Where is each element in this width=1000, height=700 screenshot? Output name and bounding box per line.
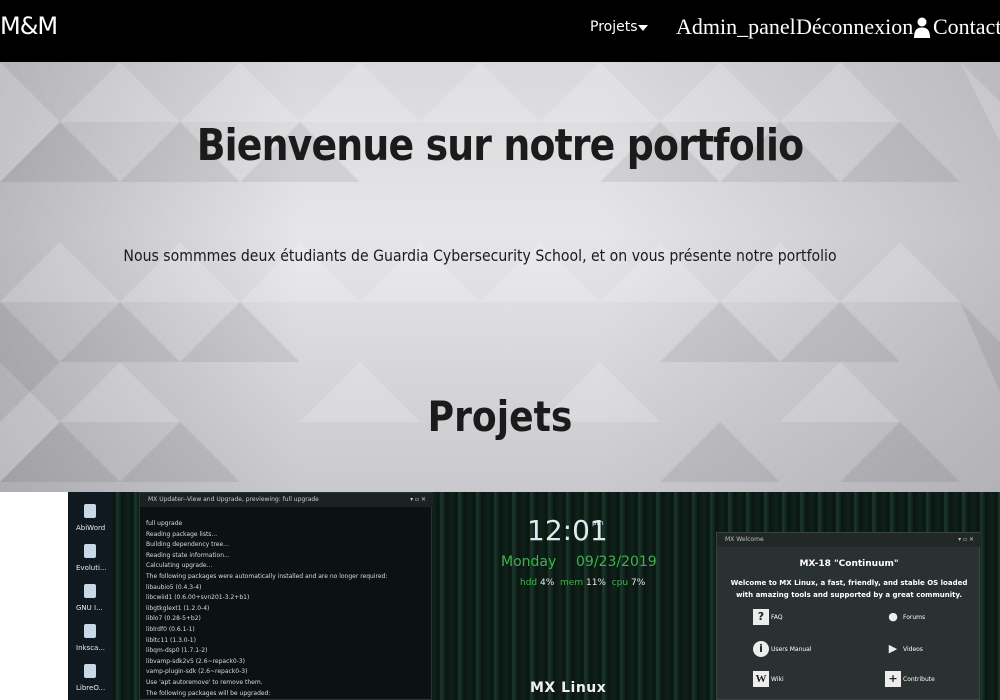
brand-logo[interactable]: M&M [0,12,58,40]
page-title: Bienvenue sur notre portfolio [196,120,804,171]
terminal-output: full upgrade Reading package lists... Bu… [146,519,426,699]
dock-item-label: Evoluti... [76,564,107,572]
welcome-heading: MX-18 "Continuum" [799,559,899,569]
wiki-icon: W [753,671,769,687]
chat-icon: ● [888,610,898,623]
dock-item-label: LibreO... [76,684,106,692]
hero-subtitle: Nous sommmes deux étudiants de Guardia C… [123,246,837,265]
projects-heading: Projets [427,392,573,441]
clock-day: Monday [501,554,557,570]
dock-item-label: Inksca... [76,644,106,652]
welcome-link-label: Wiki [771,676,784,683]
system-stats: hdd 4% mem 11% cpu 7% [520,578,645,588]
terminal-line: vamp-plugin-sdk (2.6~repack0-3) [146,668,248,676]
welcome-window-title: MX Welcome [717,533,981,547]
hdd-label: hdd [520,578,538,588]
welcome-window: MX Welcome ▾ ▫ ✕ MX-18 "Continuum" Welco… [716,532,981,700]
mem-value: 11% [585,578,606,588]
terminal-line: Building dependency tree... [146,541,229,549]
terminal-line: Reading state information... [146,551,230,559]
cpu-value: 7% [630,578,646,588]
dock-item-label: GNU I... [76,604,103,612]
terminal-line: libvamp-sdk2v5 (2.6~repack0-3) [146,657,246,665]
libreoffice-icon [84,664,96,678]
gnu-icon [84,584,96,598]
dock-item: Evoluti... [68,540,112,580]
clock-date: 09/23/2019 [576,554,657,570]
dock-item: GNU I... [68,580,112,620]
navbar: M&M Projets Admin_panel Déconnexion Cont… [0,0,1000,62]
nav-admin-panel[interactable]: Admin_panel [676,14,796,40]
updater-title: MX Updater--View and Upgrade, previewing… [140,493,433,507]
evolution-icon [84,544,96,558]
terminal-line: Calculating upgrade... [146,562,213,570]
welcome-link-label: Users Manual [771,646,812,653]
dock-item: LibreO... [68,660,112,700]
welcome-link-label: FAQ [771,614,783,621]
clock-ampm: pm [592,519,604,527]
nav-contact-label: Contact [933,14,1000,39]
dock-item: AbiWord [68,500,112,540]
terminal-line: Reading package lists... [146,530,218,538]
nav-projets-dropdown[interactable]: Projets [590,19,638,35]
info-icon: i [753,641,769,657]
terminal-line: libqm-dsp0 (1.7.1-2) [146,647,208,655]
terminal-line: libgtkglext1 (1.2.0-4) [146,604,210,612]
welcome-link-label: Videos [903,646,923,653]
welcome-link-label: Contribute [903,676,935,683]
terminal-line: The following packages were automaticall… [146,572,388,580]
terminal-line: libcwiid1 (0.6.00+svn201-3.2+b1) [146,594,250,602]
terminal-line: libltc11 (1.3.0-1) [146,636,196,644]
mem-label: mem [560,578,584,588]
inkscape-icon [84,624,96,638]
window-controls-icon: ▾ ▫ ✕ [958,536,974,543]
terminal-line: The following packages will be upgraded: [146,689,271,697]
abiword-icon [84,504,96,518]
nav-deconnexion[interactable]: Déconnexion [796,14,913,40]
hero-banner: Bienvenue sur notre portfolio Nous sommm… [0,62,1000,492]
window-controls-icon: ▾ ▫ ✕ [410,496,426,503]
cpu-label: cpu [611,578,629,588]
mx-linux-logo: MX Linux [530,680,607,696]
caret-down-icon[interactable] [638,25,648,31]
nav-contact[interactable]: Contact [914,14,1000,40]
terminal-line: libaubio5 (0.4.3-4) [146,583,202,591]
question-icon: ? [753,609,769,625]
dock-item-label: AbiWord [76,524,106,532]
terminal-line: liblrdf0 (0.6.1-1) [146,625,195,633]
play-icon: ▶ [888,642,898,655]
terminal-line: Use 'apt autoremove' to remove them. [146,678,263,686]
welcome-text: Welcome to MX Linux, a fast, friendly, a… [730,579,968,599]
plus-icon: + [885,671,901,687]
welcome-link-label: Forums [903,614,926,621]
terminal-line: full upgrade [146,520,183,527]
project-screenshot[interactable]: AbiWord Evoluti... GNU I... Inksca... Li… [68,492,1000,700]
desktop-dock: AbiWord Evoluti... GNU I... Inksca... Li… [68,492,112,700]
updater-window: MX Updater--View and Upgrade, previewing… [139,492,433,700]
hdd-value: 4% [540,578,555,588]
terminal-line: liblo7 (0.28-5+b2) [146,615,201,623]
dock-item: Inksca... [68,620,112,660]
